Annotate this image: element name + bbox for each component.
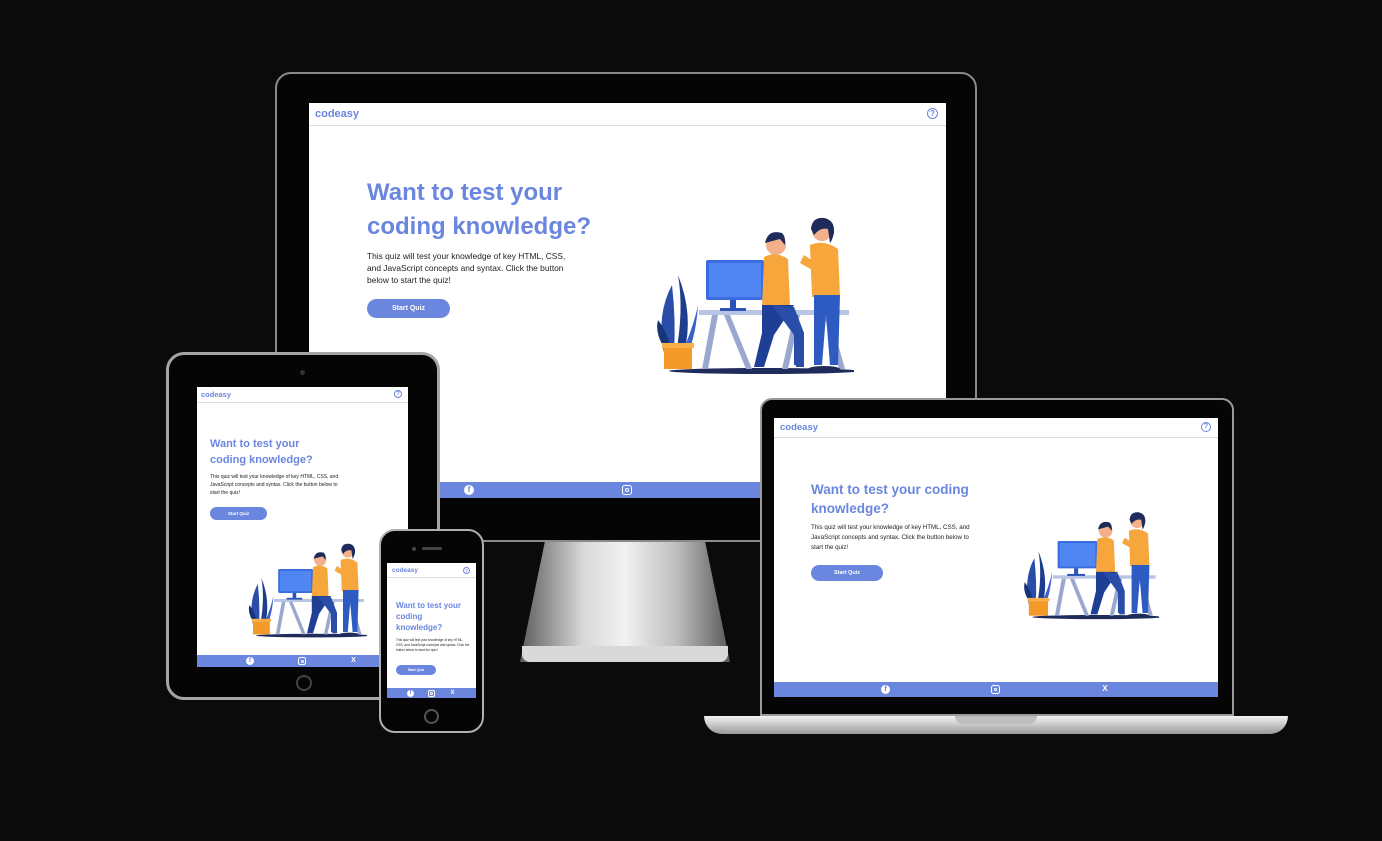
- intro-text: This quiz will test your knowledge of ke…: [396, 638, 470, 652]
- page-heading: Want to test your coding knowledge?: [396, 601, 462, 632]
- intro-text: This quiz will test your knowledge of ke…: [367, 251, 566, 285]
- navbar: codeasy ?: [774, 418, 1218, 438]
- logo[interactable]: codeasy: [392, 567, 418, 574]
- phone-screen: codeasy ? Want to test your coding knowl…: [387, 563, 476, 698]
- phone-speaker: [422, 547, 442, 550]
- help-icon[interactable]: ?: [927, 108, 938, 119]
- facebook-icon[interactable]: f: [464, 485, 474, 495]
- instagram-icon[interactable]: [991, 685, 1000, 694]
- tablet-screen: codeasy ? Want to test your coding knowl…: [197, 387, 408, 667]
- illustration: [657, 217, 854, 374]
- facebook-icon[interactable]: f: [881, 685, 890, 694]
- monitor-stand: [520, 540, 730, 662]
- monitor-stand-base: [522, 646, 728, 662]
- footer: f X: [197, 655, 408, 667]
- start-quiz-button[interactable]: Start Quiz: [367, 299, 450, 318]
- footer: f X: [774, 682, 1218, 697]
- instagram-icon[interactable]: [622, 485, 632, 495]
- laptop-notch: [955, 716, 1037, 724]
- navbar: codeasy ?: [197, 387, 408, 403]
- logo[interactable]: codeasy: [780, 422, 818, 433]
- instagram-icon[interactable]: [298, 657, 306, 665]
- help-icon[interactable]: ?: [463, 567, 470, 574]
- x-icon[interactable]: X: [449, 689, 456, 697]
- footer: f X: [387, 688, 476, 698]
- tablet-camera: [300, 370, 305, 375]
- page-heading: Want to test your coding knowledge?: [367, 179, 592, 240]
- facebook-icon[interactable]: f: [407, 690, 414, 697]
- phone-camera: [412, 547, 416, 551]
- instagram-icon[interactable]: [428, 690, 435, 697]
- intro-text: This quiz will test your knowledge of ke…: [210, 474, 339, 496]
- help-icon[interactable]: ?: [394, 390, 402, 398]
- start-quiz-button[interactable]: Start Quiz: [396, 665, 436, 675]
- laptop-screen: codeasy ? Want to test your coding knowl…: [774, 418, 1218, 697]
- x-icon[interactable]: X: [1100, 684, 1110, 694]
- phone-home-button: [424, 709, 439, 724]
- facebook-icon[interactable]: f: [246, 657, 254, 665]
- page-heading: Want to test your coding knowledge?: [210, 438, 313, 466]
- illustration: [248, 543, 367, 638]
- illustration: [1024, 512, 1159, 620]
- start-quiz-button[interactable]: Start Quiz: [210, 507, 267, 520]
- navbar: codeasy ?: [387, 563, 476, 578]
- page-heading: Want to test your coding knowledge?: [811, 482, 969, 516]
- start-quiz-button[interactable]: Start Quiz: [811, 565, 883, 581]
- help-icon[interactable]: ?: [1201, 422, 1211, 432]
- x-icon[interactable]: X: [349, 656, 358, 665]
- logo[interactable]: codeasy: [201, 390, 231, 399]
- tablet-home-button: [296, 675, 312, 691]
- logo[interactable]: codeasy: [315, 108, 359, 120]
- navbar: codeasy ?: [309, 103, 946, 126]
- intro-text: This quiz will test your knowledge of ke…: [811, 524, 970, 551]
